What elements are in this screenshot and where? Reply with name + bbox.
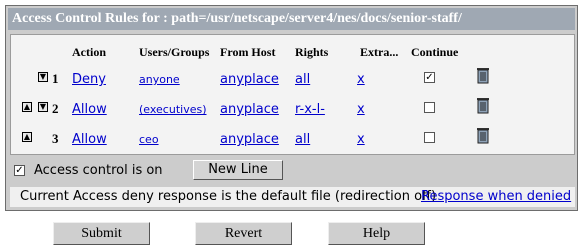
col-header-continue: Continue	[411, 45, 459, 59]
col-header-rights: Rights	[295, 45, 329, 59]
from-host-link[interactable]: anyplace	[220, 72, 279, 87]
users-groups-link[interactable]: anyone	[139, 73, 180, 86]
col-header-users-groups: Users/Groups	[139, 45, 210, 59]
trash-icon[interactable]	[474, 96, 492, 114]
down-arrow-icon[interactable]: ▼	[38, 102, 48, 112]
extra-link[interactable]: x	[357, 102, 365, 117]
action-link[interactable]: Deny	[72, 72, 106, 87]
col-header-from-host: From Host	[220, 45, 276, 59]
new-line-button[interactable]: New Line	[193, 160, 283, 180]
rights-link[interactable]: r-x-l-	[295, 102, 325, 117]
page-title: Access Control Rules for : path=/usr/net…	[8, 8, 575, 30]
extra-link[interactable]: x	[357, 72, 365, 87]
up-arrow-icon[interactable]: ▲	[22, 102, 32, 112]
access-control-row: ✓ Access control is on New Line	[10, 158, 575, 184]
access-control-checkbox[interactable]: ✓	[14, 165, 25, 176]
table-row: ▲ ▼ 2 Allow (executives) anyplace r-x-l-…	[11, 95, 574, 123]
revert-button[interactable]: Revert	[195, 222, 292, 245]
action-link[interactable]: Allow	[72, 132, 107, 147]
up-arrow-icon[interactable]: ▲	[22, 132, 32, 142]
continue-checkbox[interactable]	[424, 132, 435, 143]
down-arrow-icon[interactable]: ▼	[38, 72, 48, 82]
action-link[interactable]: Allow	[72, 102, 107, 117]
users-groups-link[interactable]: ceo	[139, 133, 159, 146]
from-host-link[interactable]: anyplace	[220, 102, 279, 117]
access-control-frame: Access Control Rules for : path=/usr/net…	[5, 5, 578, 211]
trash-icon[interactable]	[474, 126, 492, 144]
row-number: 1	[52, 71, 59, 86]
col-header-action: Action	[72, 45, 106, 59]
access-control-label: Access control is on	[34, 163, 163, 178]
help-button[interactable]: Help	[328, 222, 425, 245]
submit-button[interactable]: Submit	[53, 222, 150, 245]
from-host-link[interactable]: anyplace	[220, 132, 279, 147]
continue-checkbox[interactable]: ✓	[424, 72, 435, 83]
deny-response-text: Current Access deny response is the defa…	[20, 189, 437, 204]
deny-response-row: Current Access deny response is the defa…	[10, 187, 575, 207]
continue-checkbox[interactable]	[424, 102, 435, 113]
row-number: 3	[52, 131, 59, 146]
table-row: ▲ 3 Allow ceo anyplace all x	[11, 125, 574, 153]
response-when-denied-link[interactable]: Response when denied	[421, 189, 571, 204]
users-groups-link[interactable]: (executives)	[139, 103, 207, 116]
row-number: 2	[52, 101, 59, 116]
trash-icon[interactable]	[474, 66, 492, 84]
rights-link[interactable]: all	[295, 132, 310, 147]
col-header-extra: Extra...	[360, 45, 399, 59]
rights-link[interactable]: all	[295, 72, 310, 87]
table-row: ▼ 1 Deny anyone anyplace all x ✓	[11, 65, 574, 93]
extra-link[interactable]: x	[357, 132, 365, 147]
rules-table: Action Users/Groups From Host Rights Ext…	[10, 34, 575, 155]
